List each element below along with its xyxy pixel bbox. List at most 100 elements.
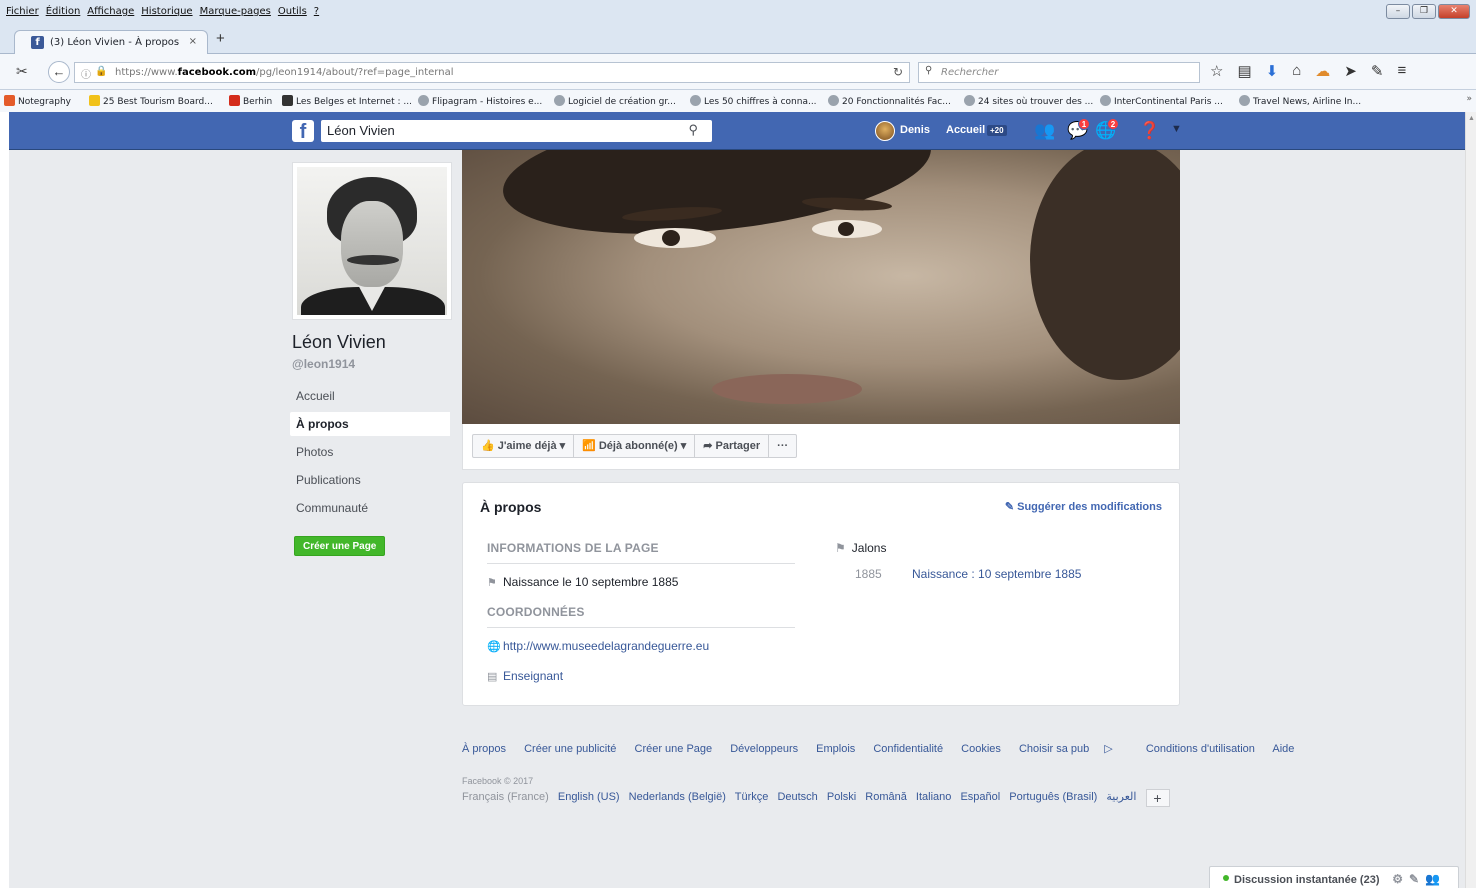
page-title[interactable]: Léon Vivien: [292, 332, 386, 353]
menu-tools[interactable]: Outils: [278, 6, 307, 17]
bookmark-item[interactable]: Logiciel de création gr...: [554, 95, 676, 107]
milestone-event-link[interactable]: Naissance : 10 septembre 1885: [912, 567, 1081, 581]
language-link[interactable]: Italiano: [916, 791, 951, 803]
home-icon[interactable]: ⌂: [1292, 62, 1301, 80]
language-link[interactable]: Deutsch: [777, 791, 817, 803]
website-link[interactable]: 🌐 http://www.museedelagrandeguerre.eu: [487, 639, 709, 653]
chat-label[interactable]: Discussion instantanée (23): [1234, 874, 1380, 886]
new-message-icon[interactable]: ✎: [1409, 872, 1425, 886]
profile-link[interactable]: Denis: [900, 124, 930, 136]
lock-icon[interactable]: 🔒: [95, 66, 107, 77]
sidebar-item-accueil[interactable]: Accueil: [290, 384, 450, 408]
pen-icon[interactable]: ✎: [1371, 62, 1384, 80]
sidebar-item-communaute[interactable]: Communauté: [290, 496, 450, 520]
facebook-logo-icon[interactable]: f: [292, 120, 314, 143]
language-link[interactable]: Português (Brasil): [1009, 791, 1097, 803]
bookmark-item[interactable]: Berhin: [229, 95, 272, 107]
bookmark-item[interactable]: Les 50 chiffres à conna...: [690, 95, 817, 107]
bookmark-item[interactable]: Les Belges et Internet : ...: [282, 95, 412, 107]
cover-photo[interactable]: [462, 150, 1180, 424]
footer-link[interactable]: À propos: [462, 743, 506, 755]
url-bar[interactable]: ⓘ 🔒 https://www.facebook.com/pg/leon1914…: [74, 62, 910, 83]
browser-search-input[interactable]: ⚲ Rechercher: [918, 62, 1200, 83]
sidebar-item-photos[interactable]: Photos: [290, 440, 450, 464]
account-menu-chevron-down-icon[interactable]: ▼: [1171, 123, 1182, 135]
bookmark-item[interactable]: Flipagram - Histoires e...: [418, 95, 542, 107]
share-button[interactable]: ➦ Partager: [695, 435, 770, 457]
close-window-button[interactable]: ✕: [1438, 4, 1470, 19]
new-tab-button[interactable]: +: [216, 30, 225, 47]
reading-list-icon[interactable]: ▤: [1237, 62, 1251, 80]
send-icon[interactable]: ➤: [1344, 62, 1357, 80]
language-link[interactable]: Nederlands (België): [629, 791, 726, 803]
facebook-search-input[interactable]: [327, 123, 667, 138]
back-button[interactable]: ←: [48, 61, 70, 83]
footer-link[interactable]: Développeurs: [730, 743, 798, 755]
bookmark-item[interactable]: 24 sites où trouver des ...: [964, 95, 1093, 107]
create-group-icon[interactable]: 👥: [1425, 872, 1446, 886]
facebook-search-field[interactable]: ⚲: [321, 120, 712, 142]
language-link[interactable]: العربية: [1106, 791, 1136, 803]
bookmark-item[interactable]: InterContinental Paris ...: [1100, 95, 1223, 107]
language-link[interactable]: Română: [865, 791, 907, 803]
chat-bar[interactable]: Discussion instantanée (23) ⚙✎👥: [1209, 866, 1459, 888]
tab-active[interactable]: f (3) Léon Vivien - À propos ×: [14, 30, 208, 54]
tab-close-icon[interactable]: ×: [189, 36, 197, 47]
footer-link[interactable]: Aide: [1272, 743, 1294, 755]
hamburger-menu-icon[interactable]: ≡: [1397, 62, 1406, 80]
more-options-button[interactable]: ···: [769, 435, 796, 457]
footer-link[interactable]: Créer une publicité: [524, 743, 616, 755]
menu-file[interactable]: Fichier: [6, 6, 39, 17]
menu-bookmarks[interactable]: Marque-pages: [200, 6, 271, 17]
messages-badge: 1: [1078, 118, 1090, 130]
menu-edit[interactable]: Édition: [46, 6, 81, 17]
maximize-button[interactable]: ❐: [1412, 4, 1436, 19]
avatar[interactable]: [875, 121, 895, 141]
page-username[interactable]: @leon1914: [292, 357, 355, 371]
footer-link[interactable]: Créer une Page: [635, 743, 713, 755]
language-link[interactable]: Türkçe: [735, 791, 769, 803]
language-link[interactable]: Polski: [827, 791, 856, 803]
footer-link[interactable]: Cookies: [961, 743, 1001, 755]
bookmark-item[interactable]: Travel News, Airline In...: [1239, 95, 1361, 107]
friend-requests-icon[interactable]: 👥: [1034, 121, 1055, 141]
cut-icon[interactable]: ✂: [16, 63, 28, 80]
bookmark-item[interactable]: Notegraphy: [4, 95, 71, 107]
download-icon[interactable]: ⬇: [1266, 62, 1279, 80]
sync-icon[interactable]: ☁: [1315, 62, 1330, 80]
footer-link[interactable]: Confidentialité: [873, 743, 943, 755]
reload-icon[interactable]: ↻: [893, 65, 903, 79]
menu-view[interactable]: Affichage: [87, 6, 134, 17]
footer-link-adchoices[interactable]: Choisir sa pub ▷: [1019, 743, 1128, 755]
profile-picture[interactable]: [292, 162, 452, 320]
rss-icon: 📶: [582, 440, 596, 452]
home-link[interactable]: Accueil: [946, 124, 985, 136]
menu-help[interactable]: ?: [314, 6, 319, 17]
follow-button[interactable]: 📶 Déjà abonné(e) ▾: [574, 435, 696, 457]
scroll-up-arrow-icon[interactable]: ▲: [1468, 115, 1475, 122]
menu-history[interactable]: Historique: [141, 6, 192, 17]
sidebar-item-a-propos[interactable]: À propos: [290, 412, 450, 436]
info-icon[interactable]: ⓘ: [81, 66, 91, 81]
sidebar-item-publications[interactable]: Publications: [290, 468, 450, 492]
create-page-button[interactable]: Créer une Page: [294, 536, 386, 556]
bookmark-item[interactable]: 25 Best Tourism Board...: [89, 95, 213, 107]
language-link[interactable]: Español: [960, 791, 1000, 803]
footer-link[interactable]: Conditions d'utilisation: [1146, 743, 1255, 755]
bookmark-item[interactable]: 20 Fonctionnalités Fac...: [828, 95, 951, 107]
minimize-button[interactable]: –: [1386, 4, 1410, 19]
facebook-page: f ⚲ Denis Accueil +20 👥 💬 1 🌐 2 ❓ ▼ Léon…: [9, 112, 1465, 888]
vertical-scrollbar[interactable]: ▲: [1465, 112, 1476, 888]
more-languages-button[interactable]: +: [1145, 789, 1170, 807]
settings-gear-icon[interactable]: ⚙: [1392, 872, 1409, 886]
language-link[interactable]: English (US): [558, 791, 620, 803]
url-text[interactable]: https://www.facebook.com/pg/leon1914/abo…: [115, 67, 454, 78]
search-icon[interactable]: ⚲: [688, 122, 698, 138]
category-link[interactable]: ▤ Enseignant: [487, 669, 563, 683]
bookmark-star-icon[interactable]: ☆: [1210, 62, 1223, 80]
suggest-edits-link[interactable]: ✎ Suggérer des modifications: [1005, 500, 1162, 513]
like-button[interactable]: 👍 J'aime déjà ▾: [473, 435, 575, 457]
footer-link[interactable]: Emplois: [816, 743, 855, 755]
help-icon[interactable]: ❓: [1139, 121, 1160, 141]
bookmarks-overflow-icon[interactable]: »: [1466, 94, 1472, 104]
